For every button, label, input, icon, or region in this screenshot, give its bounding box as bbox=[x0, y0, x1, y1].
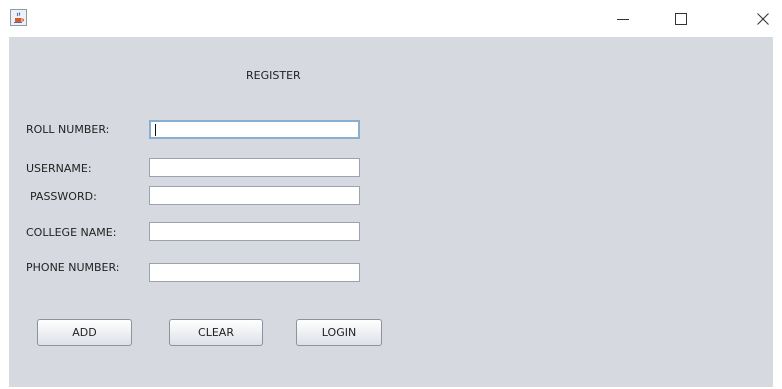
minimize-icon bbox=[617, 18, 629, 20]
username-input[interactable] bbox=[149, 158, 360, 177]
username-label: USERNAME: bbox=[26, 162, 92, 175]
close-button[interactable] bbox=[740, 0, 782, 37]
college-name-label: COLLEGE NAME: bbox=[26, 226, 117, 239]
maximize-button[interactable] bbox=[658, 0, 704, 37]
college-name-input[interactable] bbox=[149, 222, 360, 241]
register-window: REGISTER ROLL NUMBER: USERNAME: PASSWORD… bbox=[0, 0, 782, 389]
phone-number-label: PHONE NUMBER: bbox=[26, 261, 120, 274]
minimize-button[interactable] bbox=[600, 0, 646, 37]
clear-button[interactable]: CLEAR bbox=[169, 319, 263, 346]
roll-number-input[interactable] bbox=[149, 120, 360, 139]
phone-number-input[interactable] bbox=[149, 263, 360, 282]
form-panel: REGISTER ROLL NUMBER: USERNAME: PASSWORD… bbox=[9, 37, 773, 387]
password-input[interactable] bbox=[149, 186, 360, 205]
close-icon bbox=[757, 12, 769, 25]
form-title: REGISTER bbox=[246, 69, 301, 82]
title-bar[interactable] bbox=[0, 0, 782, 37]
maximize-icon bbox=[675, 12, 687, 25]
add-button[interactable]: ADD bbox=[37, 319, 132, 346]
text-caret bbox=[155, 124, 156, 136]
java-cup-icon bbox=[10, 9, 27, 26]
login-button[interactable]: LOGIN bbox=[296, 319, 382, 346]
password-label: PASSWORD: bbox=[30, 190, 97, 203]
roll-number-label: ROLL NUMBER: bbox=[26, 123, 110, 136]
